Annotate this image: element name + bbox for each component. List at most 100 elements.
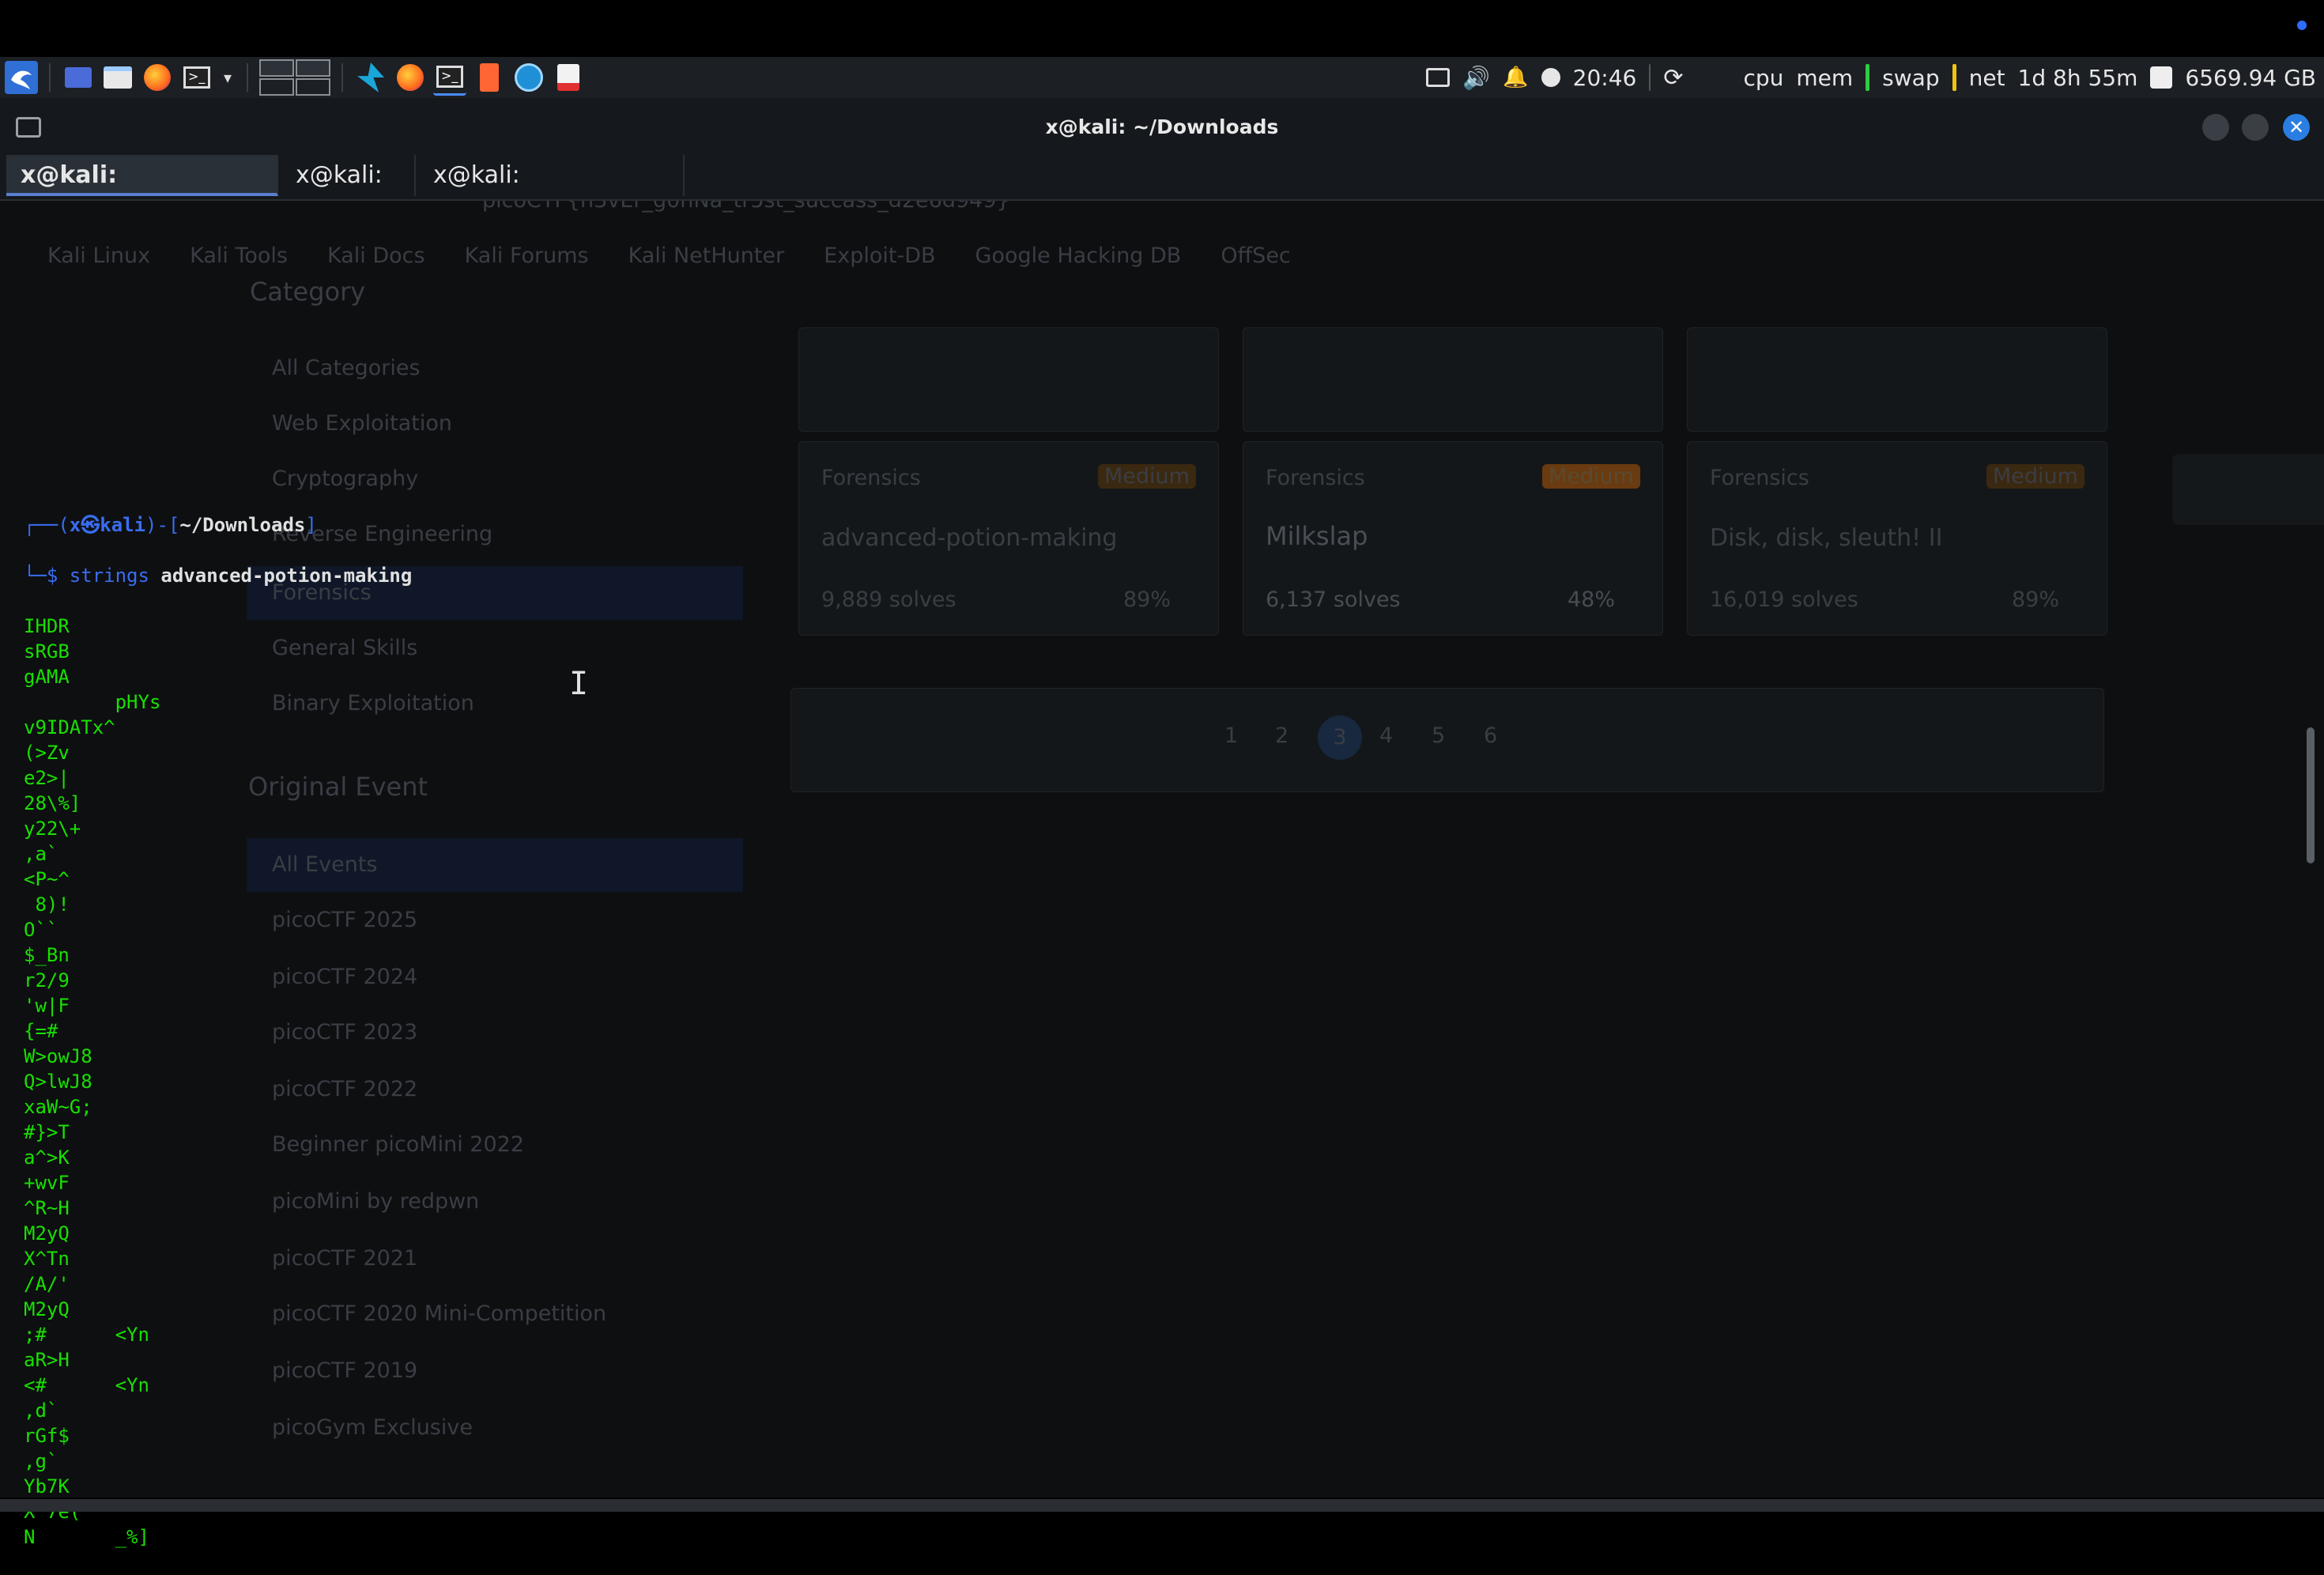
monitor-cpu[interactable]: cpu	[1743, 65, 1783, 91]
ghost-page: 4	[1379, 723, 1394, 748]
terminal-tabs: x@kali: ~/Downloads x@kali: ~ x@kali: ~/…	[0, 152, 2324, 230]
app-cyan-icon[interactable]	[512, 61, 545, 94]
firefox-icon-2[interactable]	[394, 61, 427, 94]
ghost-card-top	[798, 327, 1219, 432]
ghost-card-top	[1687, 327, 2107, 432]
ghost-page: 1	[1224, 723, 1239, 748]
ghost-card-difficulty: Medium	[1542, 464, 1640, 489]
ghost-card-top	[1243, 327, 1663, 432]
ghost-card-name: Disk, disk, sleuth! II	[1710, 524, 1943, 552]
ghost-page: 2	[1275, 723, 1289, 748]
bottom-border	[0, 1499, 2324, 1512]
kali-menu-icon[interactable]	[5, 61, 38, 94]
ghost-category-heading: Category	[250, 277, 366, 307]
ghost-card-difficulty: Medium	[1986, 464, 2084, 489]
workspace-2[interactable]	[296, 59, 330, 77]
prompt-line-2: └─$ strings advanced-potion-making	[24, 565, 413, 587]
tab-downloads-1[interactable]: x@kali: ~/Downloads	[6, 155, 278, 230]
volume-icon[interactable]: 🔊	[1462, 65, 1490, 91]
bell-icon[interactable]: 🔔	[1503, 66, 1528, 89]
text-cursor-icon: I	[569, 666, 589, 702]
desktop-icon[interactable]	[62, 61, 95, 94]
command-name: strings	[69, 565, 149, 587]
uptime: 1d 8h 55m	[2017, 64, 2138, 91]
refresh-icon[interactable]: ⟳	[1663, 64, 1683, 92]
ghost-bookmark: OffSec	[1220, 244, 1291, 268]
file-manager-icon[interactable]	[101, 61, 134, 94]
panel-status: 🔊 🔔 20:46 ⟳ cpu mem swap net 1d 8h 55m 6…	[1426, 57, 2316, 98]
prompt-line-1: ┌──(x㉿kali)-[~/Downloads]	[24, 514, 317, 536]
notification-dot	[2297, 21, 2307, 30]
tab-downloads-2[interactable]: x@kali: ~/Downloads	[419, 155, 685, 230]
maximize-button[interactable]	[2242, 114, 2269, 141]
panel-launchers: >_ ▾ >_	[5, 59, 585, 96]
ghost-card-category: Forensics	[1710, 466, 1809, 490]
panel-separator	[49, 63, 51, 92]
monitor-swap[interactable]: swap	[1882, 65, 1939, 91]
workspace-switcher[interactable]	[259, 59, 330, 96]
ghost-card-name: Milkslap	[1266, 521, 1368, 551]
close-button[interactable]: ✕	[2283, 114, 2310, 141]
system-panel: >_ ▾ >_ 🔊 🔔 20:46 ⟳ cpu mem swap net 1d …	[0, 57, 2324, 98]
monitor-mem[interactable]: mem	[1796, 65, 1853, 91]
disk-free: 6569.94 GB	[2185, 64, 2316, 91]
clock[interactable]: 20:46	[1573, 65, 1637, 91]
ghost-bookmark: Kali Linux	[47, 244, 151, 268]
prompt-host: kali	[100, 514, 146, 536]
window-titlebar: x@kali: ~/Downloads ✕	[0, 98, 2324, 160]
ghost-card-likes: 89%	[1123, 587, 1171, 612]
ghost-bookmark: Exploit-DB	[824, 244, 936, 268]
scrollbar[interactable]	[2307, 727, 2315, 863]
ghost-page: 5	[1432, 723, 1446, 748]
ghost-card-solves: 6,137 solves	[1266, 587, 1401, 612]
tab-home[interactable]: x@kali: ~	[281, 155, 416, 230]
ghost-card-solves: 9,889 solves	[821, 587, 956, 612]
workspace-4[interactable]	[296, 78, 330, 96]
panel-separator	[247, 63, 248, 92]
monitor-net[interactable]: net	[1969, 65, 2005, 91]
prompt-user: x	[69, 514, 81, 536]
ghost-bookmarks: Kali Linux Kali Tools Kali Docs Kali For…	[47, 244, 1291, 268]
terminal-output-area[interactable]: ┌──(x㉿kali)-[~/Downloads] └─$ strings ad…	[24, 487, 412, 1575]
command-arg: advanced-potion-making	[160, 565, 413, 587]
terminal-icon-2[interactable]: >_	[433, 60, 466, 96]
top-black-strip	[0, 0, 2324, 57]
chevron-down-icon[interactable]: ▾	[220, 61, 236, 94]
ghost-card-category: Forensics	[821, 466, 921, 490]
workspace-1[interactable]	[259, 59, 294, 77]
ghost-card: Forensics Medium advanced-potion-making …	[798, 441, 1219, 636]
ghost-card: Forensics Medium Disk, disk, sleuth! II …	[1687, 441, 2107, 636]
net-bar	[1952, 64, 1956, 91]
firefox-icon[interactable]	[141, 61, 174, 94]
panel-separator	[341, 63, 343, 92]
ghost-page: 6	[1484, 723, 1498, 748]
panel-separator	[1649, 64, 1651, 91]
ghost-page-current: 3	[1318, 716, 1362, 760]
clock-icon	[1541, 68, 1560, 87]
workspace-3[interactable]	[259, 78, 294, 96]
terminal-icon[interactable]: >_	[180, 61, 213, 94]
swap-bar	[1866, 64, 1870, 91]
ghost-card-category: Forensics	[1266, 466, 1365, 490]
prompt-dir: ~/Downloads	[179, 514, 306, 536]
minimize-button[interactable]	[2202, 114, 2229, 141]
ghost-card: Forensics Medium Milkslap 6,137 solves 4…	[1243, 441, 1663, 636]
display-icon[interactable]	[1426, 68, 1451, 87]
ghost-bookmark: Kali Docs	[326, 244, 425, 268]
ghost-card-solves: 16,019 solves	[1710, 587, 1858, 612]
strings-output: IHDR sRGB gAMA pHYs v9IDATx^ (>Zv e2>| 2…	[24, 615, 161, 1548]
ghost-bookmark: Kali Tools	[190, 244, 288, 268]
ghost-card-likes: 89%	[2012, 587, 2060, 612]
ghost-card-difficulty: Medium	[1098, 464, 1196, 489]
ghost-bookmark: Google Hacking DB	[975, 244, 1182, 268]
ghost-category: All Categories	[272, 356, 421, 380]
ghost-card-likes: 48%	[1568, 587, 1616, 612]
app-red-icon[interactable]	[552, 61, 585, 94]
ghost-card-name: advanced-potion-making	[821, 524, 1118, 552]
disk-icon	[2150, 66, 2173, 89]
ghost-side-button	[2172, 454, 2324, 525]
app-blue-icon[interactable]	[354, 61, 387, 94]
ghost-bookmark: Kali NetHunter	[628, 244, 785, 268]
burp-icon[interactable]	[473, 61, 506, 94]
ghost-pagination: 1 2 3 4 5 6	[790, 688, 2104, 792]
